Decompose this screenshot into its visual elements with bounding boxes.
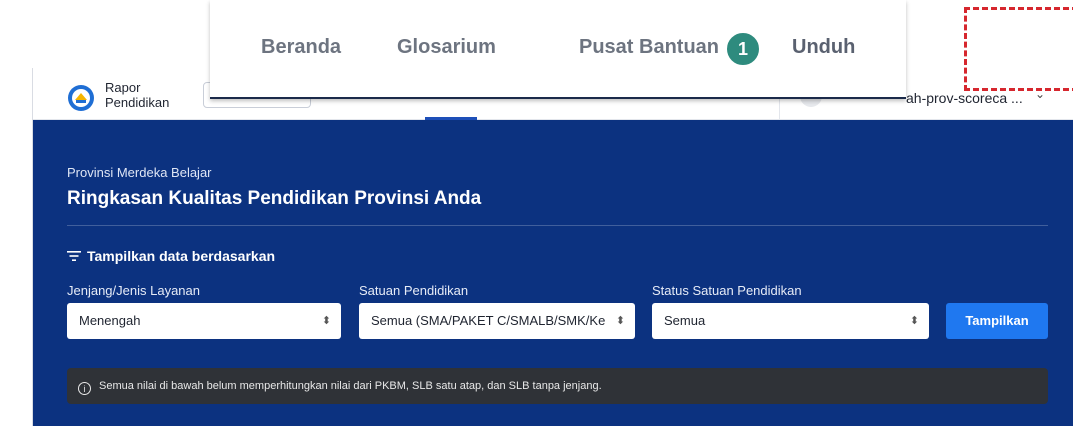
- rapor-logo-icon[interactable]: [67, 84, 95, 112]
- account-name[interactable]: ah-prov-scoreca ...: [906, 90, 1023, 106]
- satuan-label: Satuan Pendidikan: [359, 283, 469, 298]
- tampilkan-button[interactable]: Tampilkan: [946, 303, 1048, 339]
- nav-item-beranda[interactable]: Beranda: [261, 36, 341, 59]
- summary-panel: Provinsi Merdeka Belajar Ringkasan Kuali…: [33, 120, 1073, 426]
- status-select-value: Semua: [664, 313, 706, 328]
- select-arrows-icon: ⬍: [615, 315, 625, 327]
- step-marker: 1: [724, 30, 762, 68]
- nav-item-pusat-bantuan[interactable]: Pusat Bantuan: [579, 36, 719, 59]
- brand-name[interactable]: Rapor Pendidikan: [105, 80, 169, 110]
- info-icon: i: [78, 382, 91, 395]
- satuan-select[interactable]: Semua (SMA/PAKET C/SMALB/SMK/Ke ⬍: [359, 303, 635, 339]
- select-arrows-icon: ⬍: [321, 315, 331, 327]
- brand-line-2: Pendidikan: [105, 95, 170, 110]
- jenjang-select[interactable]: Menengah ⬍: [67, 303, 341, 339]
- brand-line-1: Rapor: [105, 80, 141, 95]
- jenjang-select-value: Menengah: [79, 313, 141, 328]
- notice-text: Semua nilai di bawah belum memperhitungk…: [99, 380, 602, 392]
- nav-item-glosarium[interactable]: Glosarium: [397, 36, 496, 59]
- select-arrows-icon: ⬍: [909, 315, 919, 327]
- jenjang-label: Jenjang/Jenis Layanan: [67, 283, 200, 298]
- zoomed-nav-callout: Beranda Glosarium Pusat Bantuan Unduh 1: [210, 0, 1073, 99]
- app-window: Rapor Pendidikan ah-prov-scoreca ... ⌄ P…: [32, 68, 1073, 426]
- status-select[interactable]: Semua ⬍: [652, 303, 929, 339]
- status-label: Status Satuan Pendidikan: [652, 283, 802, 298]
- nav-item-unduh[interactable]: Unduh: [792, 36, 855, 59]
- page-title: Ringkasan Kualitas Pendidikan Provinsi A…: [67, 188, 482, 209]
- satuan-select-value: Semua (SMA/PAKET C/SMALB/SMK/Ke: [371, 313, 606, 328]
- filter-icon: [67, 251, 81, 261]
- province-name: Provinsi Merdeka Belajar: [67, 165, 212, 180]
- filter-header: Tampilkan data berdasarkan: [67, 248, 275, 264]
- info-notice: i Semua nilai di bawah belum memperhitung…: [67, 368, 1048, 404]
- filter-header-label: Tampilkan data berdasarkan: [87, 248, 276, 264]
- divider: [67, 225, 1048, 226]
- highlight-box: [964, 7, 1073, 91]
